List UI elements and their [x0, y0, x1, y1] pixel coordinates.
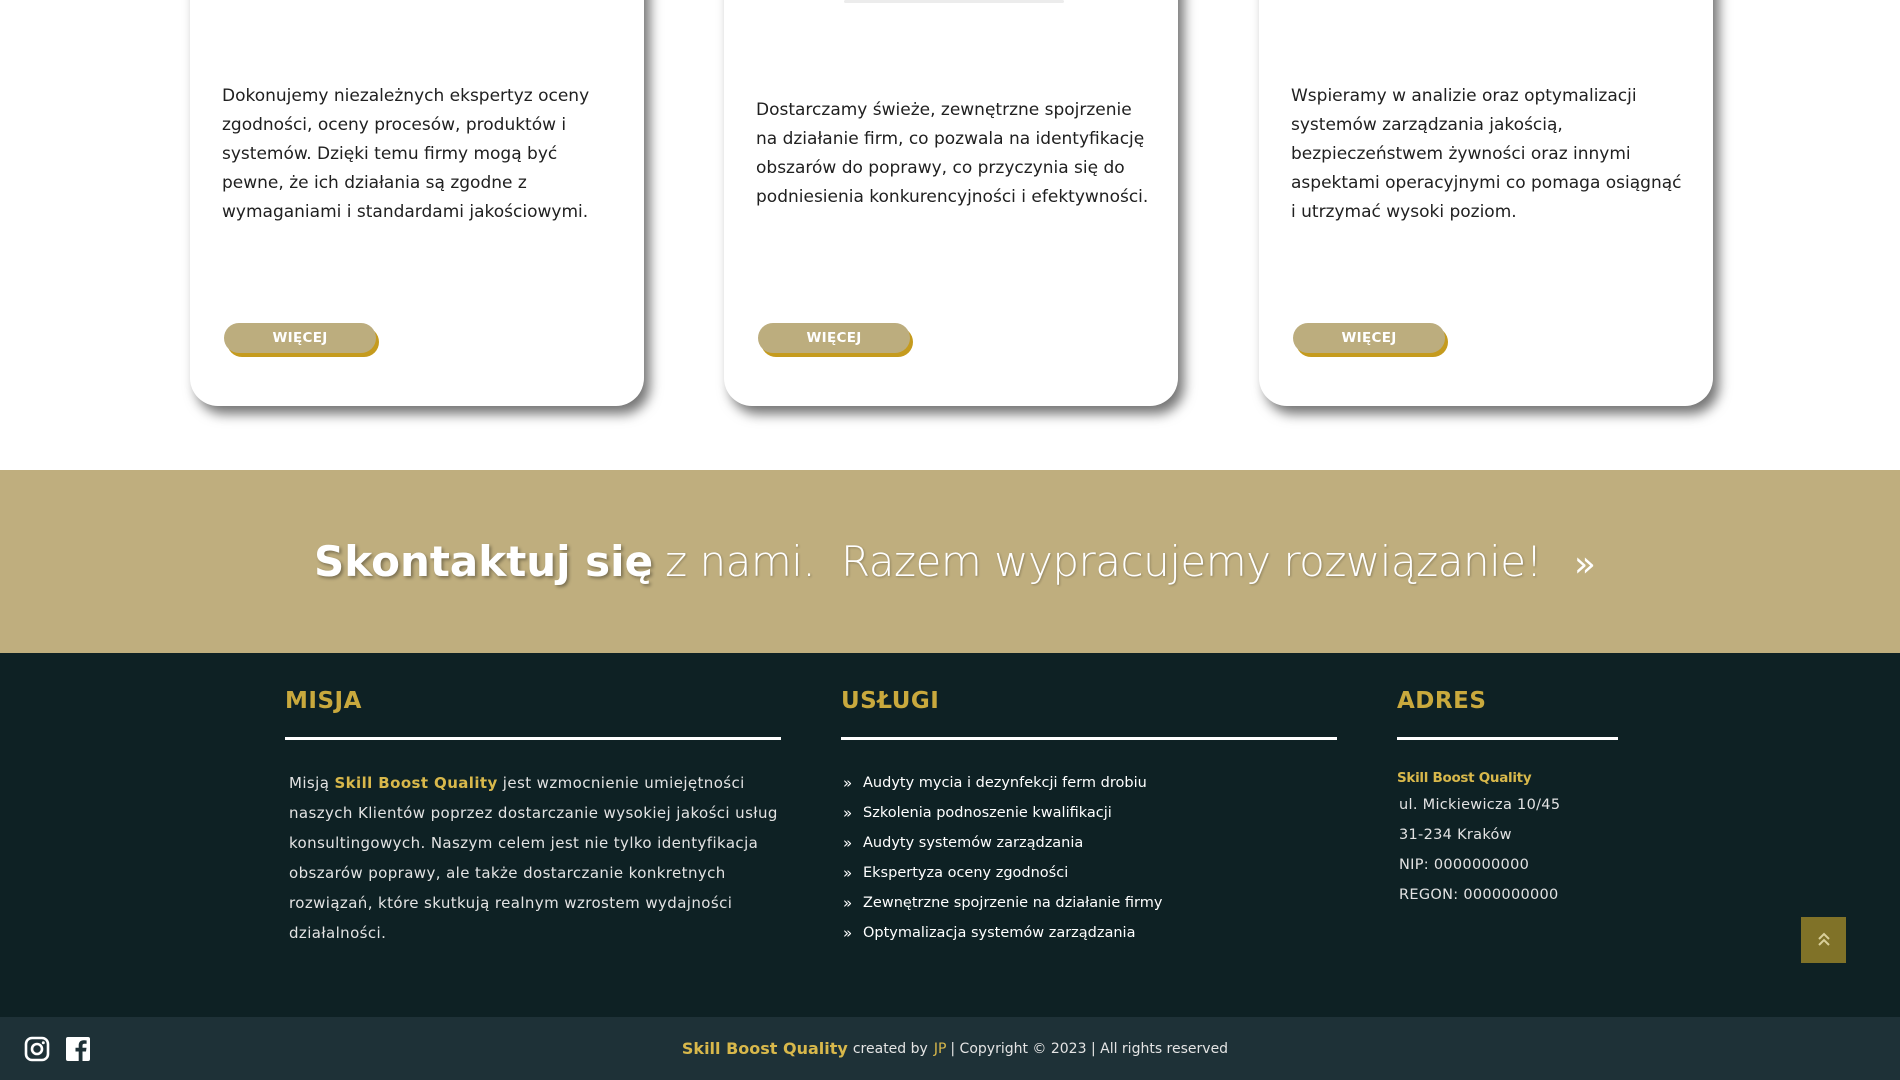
service-link-management-audits[interactable]: » Audyty systemów zarządzania	[843, 828, 1337, 858]
double-chevron-right-icon: »	[843, 774, 853, 792]
double-chevron-right-icon[interactable]: »	[1574, 544, 1596, 585]
address-city: 31-234 Kraków	[1399, 827, 1512, 843]
service-link-label: Audyty systemów zarządzania	[863, 835, 1084, 851]
footer-column-address: ADRES Skill Boost Quality ul. Mickiewicz…	[1397, 688, 1618, 910]
service-link-optimization[interactable]: » Optymalizacja systemów zarządzania	[843, 918, 1337, 948]
bottom-bar: Skill Boost Quality created by JP | Copy…	[0, 1017, 1900, 1080]
author-link[interactable]: JP	[934, 1041, 947, 1057]
contact-cta-banner[interactable]: Skontaktuj się z nami. Razem wypracujemy…	[0, 470, 1900, 653]
service-card-optimization: Wspieramy w analizie oraz optymalizacji …	[1259, 0, 1713, 406]
services-list: » Audyty mycia i dezynfekcji ferm drobiu …	[843, 768, 1337, 948]
footer: MISJA Misją Skill Boost Quality jest wzm…	[0, 653, 1900, 1017]
scroll-to-top-button[interactable]	[1801, 917, 1846, 963]
double-chevron-up-icon	[1817, 932, 1830, 946]
double-chevron-right-icon: »	[843, 894, 853, 912]
cta-heading-light: z nami. Razem wypracujemy rozwiązanie!	[665, 537, 1542, 586]
service-card-external-view: Dostarczamy świeże, zewnętrzne spojrzeni…	[724, 0, 1178, 406]
service-link-external-view[interactable]: » Zewnętrzne spojrzenie na działanie firm…	[843, 888, 1337, 918]
copyright-line: Skill Boost Quality created by JP | Copy…	[0, 1017, 1900, 1080]
address-lines: ul. Mickiewicza 10/45 31-234 Kraków NIP:…	[1399, 790, 1618, 910]
service-card-text: Dostarczamy świeże, zewnętrzne spojrzeni…	[756, 100, 1149, 207]
section-divider	[285, 737, 781, 740]
cta-content: Skontaktuj się z nami. Razem wypracujemy…	[314, 537, 1596, 586]
service-card-text: Wspieramy w analizie oraz optymalizacji …	[1291, 86, 1682, 222]
address-regon: REGON: 0000000000	[1399, 887, 1559, 903]
more-button[interactable]: WIĘCEJ	[1293, 323, 1445, 353]
services-title: USŁUGI	[841, 688, 940, 714]
service-link-audits-disinfection[interactable]: » Audyty mycia i dezynfekcji ferm drobiu	[843, 768, 1337, 798]
mission-text: Misją Skill Boost Quality jest wzmocnien…	[289, 768, 781, 948]
mission-prefix: Misją	[289, 774, 335, 792]
service-card-text: Dokonujemy niezależnych ekspertyz oceny …	[222, 86, 590, 222]
created-by-label: created by	[852, 1040, 928, 1057]
double-chevron-right-icon: »	[843, 834, 853, 852]
service-link-label: Ekspertyza oceny zgodności	[863, 865, 1069, 881]
double-chevron-right-icon: »	[843, 924, 853, 942]
copyright-text: | Copyright © 2023 | All rights reserved	[950, 1040, 1229, 1057]
more-button[interactable]: WIĘCEJ	[224, 323, 376, 353]
mission-title: MISJA	[285, 688, 362, 714]
service-link-training[interactable]: » Szkolenia podnoszenie kwalifikacji	[843, 798, 1337, 828]
service-link-label: Szkolenia podnoszenie kwalifikacji	[863, 805, 1112, 821]
mission-body: jest wzmocnienie umiejętności naszych Kl…	[289, 774, 783, 942]
section-divider	[1397, 737, 1618, 740]
card-divider	[844, 0, 1064, 3]
service-link-label: Zewnętrzne spojrzenie na działanie firmy	[863, 895, 1163, 911]
service-link-label: Optymalizacja systemów zarządzania	[863, 925, 1136, 941]
brand-name: Skill Boost Quality	[334, 774, 498, 792]
address-street: ul. Mickiewicza 10/45	[1399, 797, 1561, 813]
service-link-label: Audyty mycia i dezynfekcji ferm drobiu	[863, 775, 1147, 791]
footer-column-services: USŁUGI » Audyty mycia i dezynfekcji ferm …	[841, 688, 1337, 948]
footer-brand-name[interactable]: Skill Boost Quality	[682, 1039, 848, 1058]
service-card-expertise: Dokonujemy niezależnych ekspertyz oceny …	[190, 0, 644, 406]
section-divider	[841, 737, 1337, 740]
services-cards-section: Dokonujemy niezależnych ekspertyz oceny …	[0, 0, 1900, 470]
double-chevron-right-icon: »	[843, 804, 853, 822]
address-company-name: Skill Boost Quality	[1397, 770, 1532, 786]
footer-column-mission: MISJA Misją Skill Boost Quality jest wzm…	[285, 688, 781, 948]
service-link-conformity-expertise[interactable]: » Ekspertyza oceny zgodności	[843, 858, 1337, 888]
address-nip: NIP: 0000000000	[1399, 857, 1530, 873]
double-chevron-right-icon: »	[843, 864, 853, 882]
address-title: ADRES	[1397, 688, 1487, 714]
more-button[interactable]: WIĘCEJ	[758, 323, 910, 353]
cta-heading-bold: Skontaktuj się	[314, 537, 654, 586]
